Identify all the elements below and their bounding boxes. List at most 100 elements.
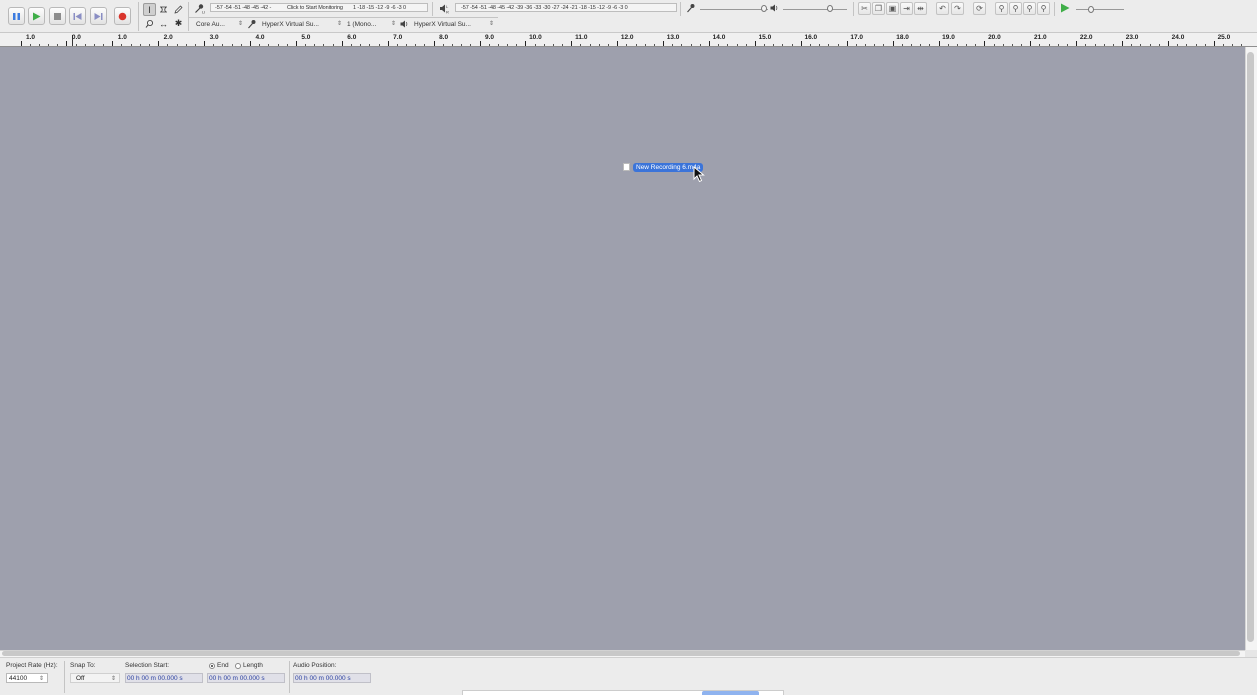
audio-position-time[interactable]: 00 h 00 m 00.000 s (293, 673, 371, 683)
redo-icon: ↷ (954, 4, 961, 13)
mouse-pointer-icon (693, 165, 705, 185)
horizontal-scrollbar-thumb[interactable] (2, 651, 1240, 656)
ruler-major-tick (571, 41, 573, 46)
selection-end-time[interactable]: 00 h 00 m 00.000 s (207, 673, 285, 683)
play-at-speed-icon (1061, 3, 1070, 13)
ruler-minor-tick (213, 44, 215, 46)
draw-tool-icon[interactable] (172, 3, 185, 16)
paste-button[interactable]: ▣ (886, 2, 899, 15)
dragged-file[interactable]: New Recording 6.m4a (623, 162, 704, 172)
end-radio[interactable] (209, 663, 215, 669)
recording-meter-scale: -57 -54 -51 -48 -45 -42 - (215, 5, 272, 11)
ruler-minor-tick (1021, 44, 1023, 46)
playback-device-select[interactable]: HyperX Virtual Su... ⇕ (412, 19, 495, 30)
audio-host-select[interactable]: Core Au... ⇕ (194, 19, 244, 30)
timeline-ruler[interactable]: 1.0 0.0 1.0 2.0 3.0 4.0 5.0 6.0 7.0 8.0 9.0 10.0 11.… (0, 33, 1257, 47)
ruler-major-tick (387, 41, 389, 46)
start-monitoring-hint[interactable]: Click to Start Monitoring (287, 5, 343, 11)
snap-to-value: Off (76, 674, 85, 682)
cut-button[interactable]: ✂ (858, 2, 871, 15)
ruler-minor-tick (332, 44, 334, 46)
ruler-minor-tick (1232, 44, 1234, 46)
svg-text:L: L (446, 4, 449, 9)
ruler-tick-label: 24.0 (1171, 34, 1185, 41)
play-at-speed-button[interactable] (1060, 3, 1070, 15)
recording-meter[interactable]: -57 -54 -51 -48 -45 -42 - Click to Start… (210, 3, 428, 12)
ruler-minor-tick (1039, 44, 1041, 46)
cut-icon: ✂ (861, 4, 868, 13)
ruler-major-tick (20, 41, 22, 46)
multi-tool-icon[interactable]: ✱ (172, 17, 185, 30)
stop-button[interactable] (49, 7, 66, 25)
trim-icon: ⇥ (903, 4, 910, 13)
ruler-minor-tick (470, 44, 472, 46)
playback-meter[interactable]: -57 -54 -51 -48 -45 -42 -39 -36 -33 -30 … (455, 3, 677, 12)
recording-channels-select[interactable]: 1 (Mono... ⇕ (345, 19, 397, 30)
ruler-minor-tick (552, 44, 554, 46)
skip-to-end-button[interactable] (90, 7, 107, 25)
project-rate-label: Project Rate (Hz): (6, 662, 58, 669)
ruler-minor-tick (360, 44, 362, 46)
recording-device-select[interactable]: HyperX Virtual Su... ⇕ (260, 19, 343, 30)
ruler-tick-label: 14.0 (712, 34, 726, 41)
ruler-major-tick (479, 41, 481, 46)
ruler-minor-tick (277, 44, 279, 46)
skip-to-start-button[interactable] (69, 7, 86, 25)
redo-button[interactable]: ↷ (951, 2, 964, 15)
length-radio[interactable] (235, 663, 241, 669)
snap-to-select[interactable]: Off ⇕ (70, 673, 120, 683)
ruler-minor-tick (1067, 44, 1069, 46)
ruler-minor-tick (1048, 44, 1050, 46)
fit-project-button[interactable]: ⚲ (1037, 2, 1050, 15)
ruler-minor-tick (635, 44, 637, 46)
zoom-in-button[interactable]: ⚲ (995, 2, 1008, 15)
fit-selection-button[interactable]: ⚲ (1023, 2, 1036, 15)
ruler-tick-label: 19.0 (942, 34, 955, 41)
project-rate-select[interactable]: 44100 ⇕ (6, 673, 48, 683)
playback-volume-slider[interactable] (827, 5, 833, 12)
ruler-minor-tick (176, 44, 178, 46)
zoom-out-button[interactable]: ⚲ (1009, 2, 1022, 15)
ruler-tick-label: 11.0 (575, 34, 588, 41)
time-shift-tool-icon[interactable]: ↔ (157, 17, 170, 30)
record-button[interactable] (114, 7, 131, 25)
play-button[interactable] (28, 7, 45, 25)
play-speed-slider[interactable] (1088, 6, 1094, 13)
track-area[interactable] (0, 47, 1245, 650)
ruler-tick-label: 7.0 (393, 34, 403, 41)
ruler-minor-tick (130, 44, 132, 46)
ruler-minor-tick (1011, 44, 1013, 46)
sync-lock-button[interactable]: ⟳ (973, 2, 986, 15)
trim-button[interactable]: ⇥ (900, 2, 913, 15)
dock-strip-tab[interactable] (702, 691, 759, 695)
selection-tool-icon[interactable]: I (143, 3, 156, 16)
recording-volume-slider[interactable] (761, 5, 767, 12)
ruler-minor-tick (497, 44, 499, 46)
selection-start-time[interactable]: 00 h 00 m 00.000 s (125, 673, 203, 683)
ruler-minor-tick (855, 44, 857, 46)
ruler-minor-tick (1094, 44, 1096, 46)
ruler-minor-tick (194, 44, 196, 46)
select-arrows-icon: ⇕ (237, 21, 243, 27)
envelope-tool-icon[interactable] (157, 3, 170, 16)
ruler-minor-tick (323, 44, 325, 46)
vertical-scrollbar-thumb[interactable] (1247, 52, 1254, 642)
ruler-minor-tick (1186, 44, 1188, 46)
ruler-minor-tick (314, 44, 316, 46)
copy-button[interactable]: ❐ (872, 2, 885, 15)
ruler-minor-tick (993, 44, 995, 46)
ruler-minor-tick (1223, 44, 1225, 46)
selection-start-label: Selection Start: (125, 662, 170, 669)
zoom-tool-icon[interactable] (143, 17, 156, 30)
ruler-tick-label: 0.0 (71, 34, 81, 41)
silence-button[interactable]: ⇹ (914, 2, 927, 15)
ruler-major-tick (754, 41, 756, 46)
ruler-tick-label: 22.0 (1079, 34, 1093, 41)
ruler-minor-tick (442, 44, 444, 46)
ruler-tick-label: 16.0 (804, 34, 818, 41)
pause-button[interactable] (8, 7, 25, 25)
undo-button[interactable]: ↶ (936, 2, 949, 15)
ruler-minor-tick (1140, 44, 1142, 46)
ruler-minor-tick (727, 44, 729, 46)
ruler-minor-tick (396, 44, 398, 46)
